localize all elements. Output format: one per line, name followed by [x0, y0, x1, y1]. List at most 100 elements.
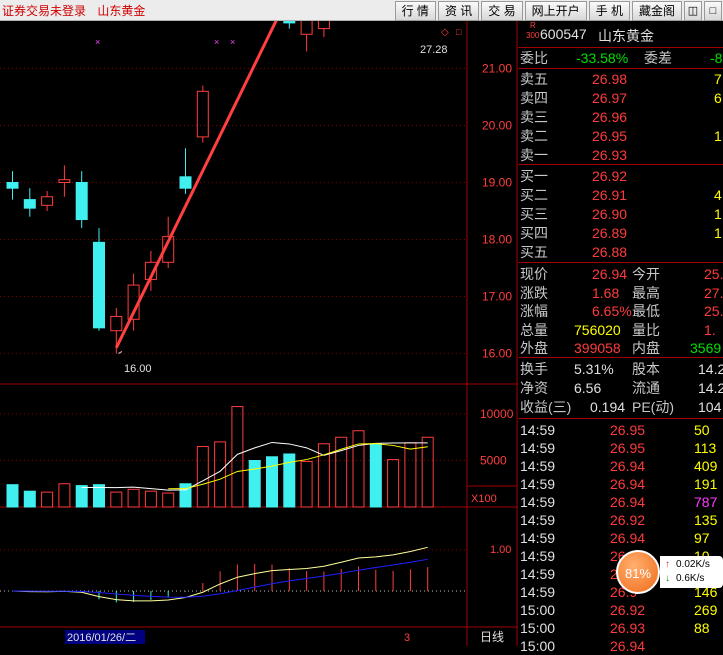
login-status[interactable]: 证券交易未登录 — [2, 4, 86, 18]
divider — [518, 262, 723, 263]
small-square-icon[interactable]: □ — [456, 27, 462, 37]
fundamental-value: 14.2 — [698, 380, 723, 396]
candle[interactable] — [283, 21, 296, 29]
sell-level-row: 卖五 26.98 7 — [518, 70, 723, 88]
stat-value: 25. — [704, 266, 723, 282]
candle-body — [283, 21, 296, 24]
candle-body — [41, 196, 54, 206]
top-bar: 证券交易未登录 山东黄金 行 情 资 讯 交 易 网上开户 手 机 藏金阁 ◫ … — [0, 0, 723, 21]
candle-body — [179, 176, 192, 189]
menu-news[interactable]: 资 讯 — [437, 1, 480, 21]
stat-label: 涨跌 — [520, 284, 548, 301]
menu-open-account[interactable]: 网上开户 — [524, 1, 587, 21]
network-widget[interactable]: 81% ↑ 0.02K/s ↓ 0.6K/s — [616, 548, 723, 594]
sell-level-price: 26.97 — [592, 90, 628, 106]
period-tab-daily[interactable]: 日线 — [480, 630, 504, 644]
menu-trade[interactable]: 交 易 — [481, 1, 523, 21]
candle[interactable] — [93, 228, 105, 331]
tick-time: 14:59 — [520, 530, 556, 546]
stat-value: 756020 — [574, 321, 621, 338]
sell-level-row: 卖三 26.96 — [518, 108, 723, 126]
buy-level-volume: 1 — [714, 225, 722, 241]
volume-bars — [6, 406, 434, 508]
buy-level-volume: 4 — [714, 187, 722, 203]
diamond-icon[interactable]: ◇ — [441, 27, 449, 38]
tick-row: 14:59 26.92 135 — [518, 511, 723, 529]
candle[interactable] — [300, 21, 313, 52]
tick-row: 15:00 26.94 — [518, 637, 723, 655]
stat-row: 涨跌 1.68 最高 27. — [518, 284, 723, 302]
sell-level-label: 卖三 — [520, 109, 548, 125]
buy-level-label: 买一 — [520, 168, 548, 184]
candle[interactable] — [75, 171, 88, 229]
tick-volume: 50 — [694, 422, 710, 438]
stat-value: 26.94 — [592, 266, 628, 282]
volume-unit-label: X100 — [471, 493, 497, 505]
stat-value: 1. — [704, 321, 716, 338]
fundamental-label: 股本 — [632, 361, 660, 377]
volume-bar — [58, 483, 71, 508]
volume-bar — [214, 441, 227, 508]
fundamental-label: 换手 — [520, 361, 548, 377]
restore-window-icon[interactable]: ◫ — [684, 1, 702, 21]
stock-name: 山东黄金 — [598, 28, 654, 44]
price-tick-label: 20.00 — [482, 119, 512, 133]
candle-body — [317, 21, 330, 30]
volume-bar — [75, 485, 88, 508]
volume-bar — [231, 406, 244, 508]
current-stock-name: 山东黄金 — [97, 4, 146, 18]
volume-bar — [110, 491, 123, 508]
candle[interactable] — [6, 171, 19, 200]
sell-level-label: 卖五 — [520, 71, 548, 87]
menu-market[interactable]: 行 情 — [394, 1, 436, 21]
buy-level-price: 26.91 — [592, 187, 628, 203]
speed-percent-badge[interactable]: 81% — [616, 550, 660, 594]
tick-volume: 97 — [694, 530, 710, 546]
stock-code: 600547 — [540, 26, 587, 42]
tick-price: 26.94 — [610, 476, 646, 492]
status-bar: 证券交易未登录 山东黄金 — [2, 2, 153, 19]
sell-level-label: 卖四 — [520, 90, 548, 106]
volume-bar — [266, 456, 278, 508]
buy-level-row: 买三 26.90 1 — [518, 205, 723, 223]
tick-time: 14:59 — [520, 422, 556, 438]
tick-price: 26.92 — [610, 602, 646, 618]
menu-treasure[interactable]: 藏金阁 — [631, 1, 682, 21]
buy-level-label: 买三 — [520, 206, 548, 222]
tick-time: 14:59 — [520, 548, 556, 564]
volume-bar — [352, 430, 365, 508]
volume-bar — [41, 491, 54, 508]
index-badge-top: R — [530, 21, 536, 30]
volume-bar — [248, 460, 261, 508]
tick-time: 15:00 — [520, 638, 556, 654]
weicha-value: -8 — [710, 50, 723, 66]
date-label: 2016/01/26/二 — [67, 632, 136, 644]
candle[interactable] — [179, 148, 192, 194]
upload-arrow-icon: ↑ — [665, 559, 670, 570]
buy-level-price: 26.88 — [592, 244, 628, 260]
candle[interactable] — [317, 21, 330, 38]
candle[interactable] — [58, 165, 71, 197]
candle[interactable] — [23, 188, 36, 217]
tick-volume: 269 — [694, 602, 718, 618]
divider — [518, 47, 723, 48]
candle[interactable] — [196, 85, 209, 143]
stat-label: 外盘 — [520, 340, 548, 356]
menu-mobile[interactable]: 手 机 — [588, 1, 630, 21]
candle[interactable] — [41, 191, 54, 211]
candlesticks[interactable] — [6, 21, 433, 354]
weibi-label: 委比 — [520, 50, 548, 66]
volume-bar — [404, 442, 417, 508]
fundamental-label: 净资 — [520, 380, 548, 396]
upload-speed: 0.02K/s — [676, 559, 710, 570]
download-arrow-icon: ↓ — [665, 573, 670, 584]
candle-body — [93, 241, 105, 329]
tick-price: 26.95 — [610, 422, 646, 438]
tick-price: 26.92 — [610, 512, 646, 528]
fundamental-row: 收益(三) 0.194 PE(动) 104 — [518, 398, 723, 416]
tick-row: 14:59 26.94 409 — [518, 457, 723, 475]
tick-row: 14:59 26.94 787 — [518, 493, 723, 511]
buy-level-label: 买五 — [520, 244, 548, 260]
kline-chart-area[interactable]: 26.0025.0024.0023.0022.0021.0020.0019.00… — [0, 21, 518, 646]
maximize-window-icon[interactable]: □ — [704, 1, 722, 21]
